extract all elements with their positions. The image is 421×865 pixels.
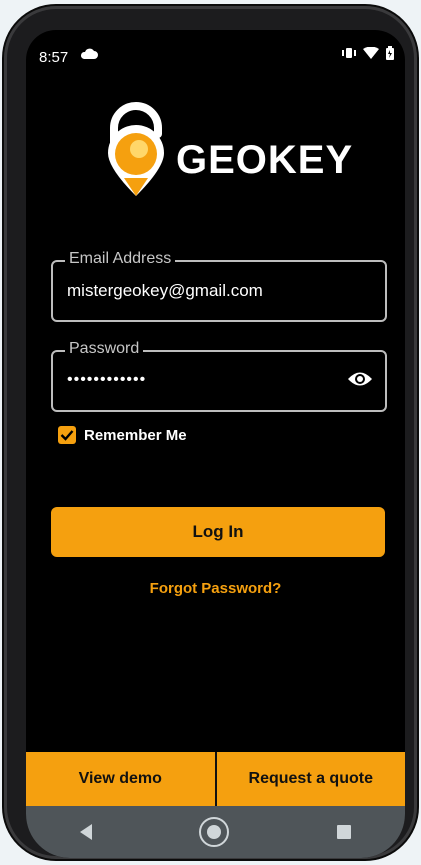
bottom-action-bar: View demo Request a quote [26,752,405,806]
remember-me[interactable]: Remember Me [58,426,187,444]
brand-name: GEOKEY [176,138,354,182]
wifi-icon [363,47,379,59]
phone-frame: 8:57 GEOKEY Email Address mistergeokey@g… [4,6,417,859]
password-field[interactable]: Password •••••••••••• [51,340,387,412]
vibrate-icon [342,48,356,58]
view-demo-button[interactable]: View demo [26,752,215,806]
recents-icon[interactable] [337,825,352,839]
remember-checkbox[interactable] [58,426,76,444]
password-label: Password [65,340,144,358]
remember-label: Remember Me [84,426,187,444]
email-field[interactable]: Email Address mistergeokey@gmail.com [51,250,387,322]
password-value[interactable]: •••••••••••• [67,371,146,389]
status-icons [341,46,395,60]
eye-icon[interactable] [347,370,373,388]
login-button[interactable]: Log In [51,507,385,557]
battery-icon [386,46,394,60]
status-time: 8:57 [39,49,69,66]
app-screen: 8:57 GEOKEY Email Address mistergeokey@g… [26,30,405,858]
home-icon[interactable] [199,817,230,847]
back-icon[interactable] [79,824,92,840]
cloud-icon [80,48,98,59]
status-bar: 8:57 [26,30,405,70]
email-value[interactable]: mistergeokey@gmail.com [67,281,263,301]
request-quote-button[interactable]: Request a quote [216,752,405,806]
system-navbar [26,806,405,858]
email-label: Email Address [65,250,176,268]
check-icon [60,430,74,441]
forgot-password-link[interactable]: Forgot Password? [26,580,405,597]
